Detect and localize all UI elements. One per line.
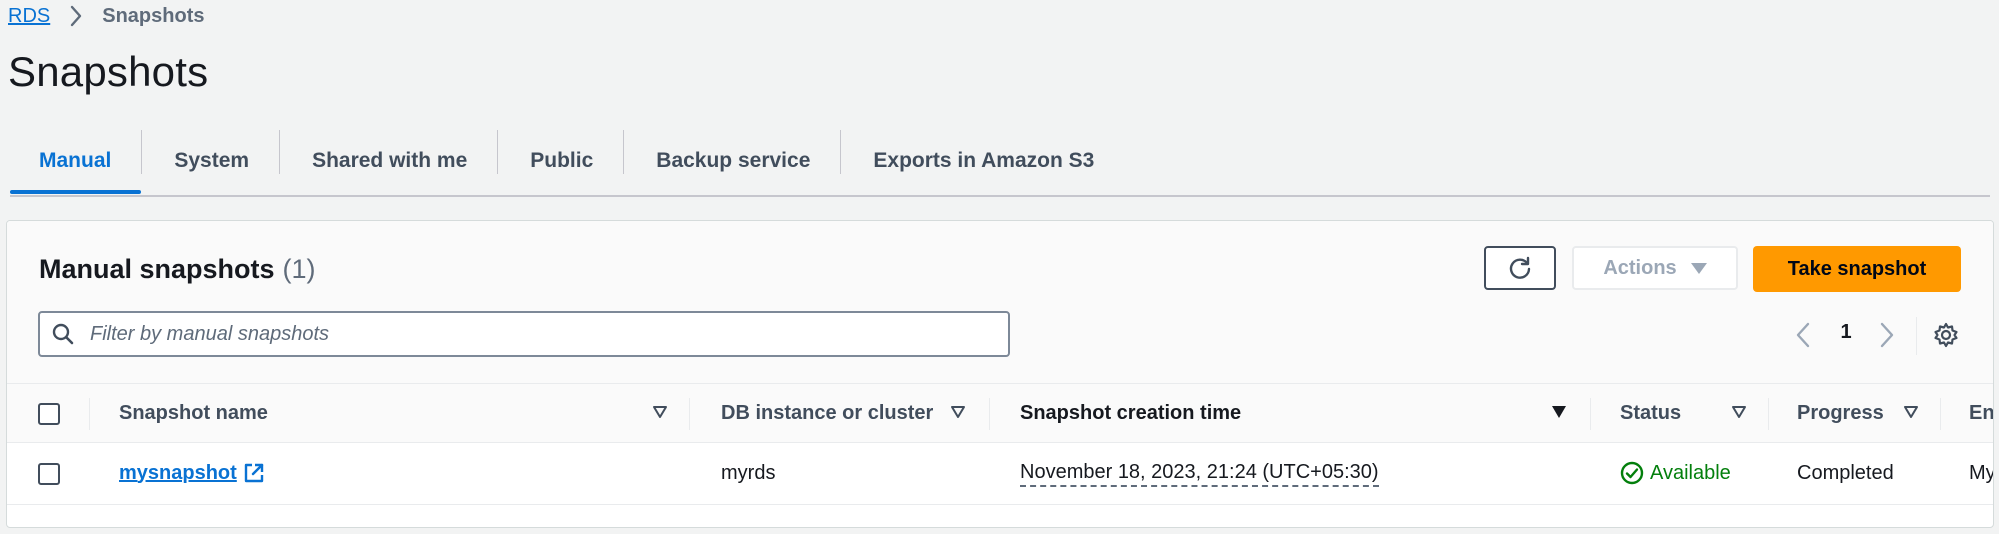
snapshot-name-cell: mysnapshot [119,443,265,503]
take-snapshot-button[interactable]: Take snapshot [1753,246,1961,292]
column-header-db-instance[interactable]: DB instance or cluster [721,384,933,442]
tab-bar: Manual System Shared with me Public Back… [10,128,1990,194]
column-header-snapshot-name[interactable]: Snapshot name [119,384,268,442]
status-cell: Available [1620,443,1731,503]
tab-label: Backup service [656,149,811,172]
column-header-label: Status [1620,401,1682,424]
table-title-text: Manual snapshots [39,254,275,284]
check-circle-icon [1620,461,1644,485]
tab-label: Exports in Amazon S3 [873,149,1095,172]
gear-icon [1932,321,1960,349]
breadcrumb: RDS Snapshots [8,2,204,30]
column-header-progress[interactable]: Progress [1797,384,1884,442]
chevron-right-icon [64,4,88,28]
tab-label: System [174,149,250,172]
tab-label: Manual [39,149,112,172]
column-header-engine[interactable]: En [1969,384,1994,442]
caret-down-icon [1690,262,1707,274]
chevron-left-icon [1795,322,1811,348]
progress-cell: Completed [1797,443,1894,503]
table-title: Manual snapshots (1) [39,254,316,285]
table-count: (1) [282,254,316,284]
breadcrumb-rds-link[interactable]: RDS [8,5,50,28]
column-divider [989,398,990,430]
column-header-status[interactable]: Status [1620,384,1681,442]
sort-descending-icon[interactable] [1551,404,1567,420]
tab-manual[interactable]: Manual [10,128,142,194]
creation-time-cell: November 18, 2023, 21:24 (UTC+05:30) [1020,443,1379,503]
column-divider [1940,398,1941,430]
tab-public[interactable]: Public [498,128,623,194]
sort-icon[interactable] [950,404,966,420]
engine-cell: My [1969,443,1994,503]
engine-value: My [1969,461,1994,484]
table-header-row: Snapshot name DB instance or cluster Sna… [7,383,1993,443]
snapshots-table-container: Manual snapshots (1) Actions Take snapsho… [6,220,1994,528]
column-divider [89,398,90,430]
column-header-creation-time[interactable]: Snapshot creation time [1020,384,1241,442]
take-snapshot-label: Take snapshot [1787,257,1927,280]
column-header-label: Snapshot name [119,401,268,424]
progress-value: Completed [1797,461,1894,484]
external-link-icon[interactable] [243,462,265,484]
tab-backup-service[interactable]: Backup service [624,128,840,194]
select-all-checkbox[interactable] [38,403,60,425]
column-divider [1590,398,1591,430]
sort-icon[interactable] [1903,404,1919,420]
snapshot-name-link[interactable]: mysnapshot [119,462,237,485]
column-header-label: En [1969,401,1994,424]
filter-input[interactable] [88,321,972,347]
actions-label: Actions [1603,256,1677,279]
tab-exports-s3[interactable]: Exports in Amazon S3 [841,128,1124,194]
tab-shared-with-me[interactable]: Shared with me [280,128,497,194]
tabs-underline [10,195,1990,197]
refresh-icon [1507,255,1533,281]
creation-time-value[interactable]: November 18, 2023, 21:24 (UTC+05:30) [1020,459,1379,487]
refresh-button[interactable] [1484,246,1556,290]
table-row[interactable]: mysnapshot myrds November 18, 2023, 21:2… [7,443,1993,505]
column-header-label: Progress [1797,401,1884,424]
breadcrumb-current: Snapshots [102,4,205,27]
page-number[interactable]: 1 [1836,321,1856,344]
filter-field[interactable] [38,311,1010,357]
status-badge: Available [1620,461,1731,485]
next-page-button[interactable] [1873,319,1901,351]
tab-label: Public [530,149,594,172]
tab-label: Shared with me [312,149,468,172]
previous-page-button[interactable] [1789,319,1817,351]
tab-system[interactable]: System [142,128,279,194]
preferences-button[interactable] [1930,319,1962,351]
column-header-label: Snapshot creation time [1020,401,1242,424]
db-instance-value: myrds [721,461,776,484]
page-title: Snapshots [8,48,209,95]
db-instance-cell: myrds [721,443,775,503]
chevron-right-icon [1879,322,1895,348]
sort-icon[interactable] [1731,404,1747,420]
status-text: Available [1650,461,1731,484]
column-divider [1768,398,1769,430]
actions-dropdown[interactable]: Actions [1572,246,1738,290]
column-header-label: DB instance or cluster [721,401,934,424]
column-divider [689,398,690,430]
pager-divider [1916,317,1917,355]
search-icon [50,321,76,347]
row-select-checkbox[interactable] [38,463,60,485]
sort-icon[interactable] [652,404,668,420]
